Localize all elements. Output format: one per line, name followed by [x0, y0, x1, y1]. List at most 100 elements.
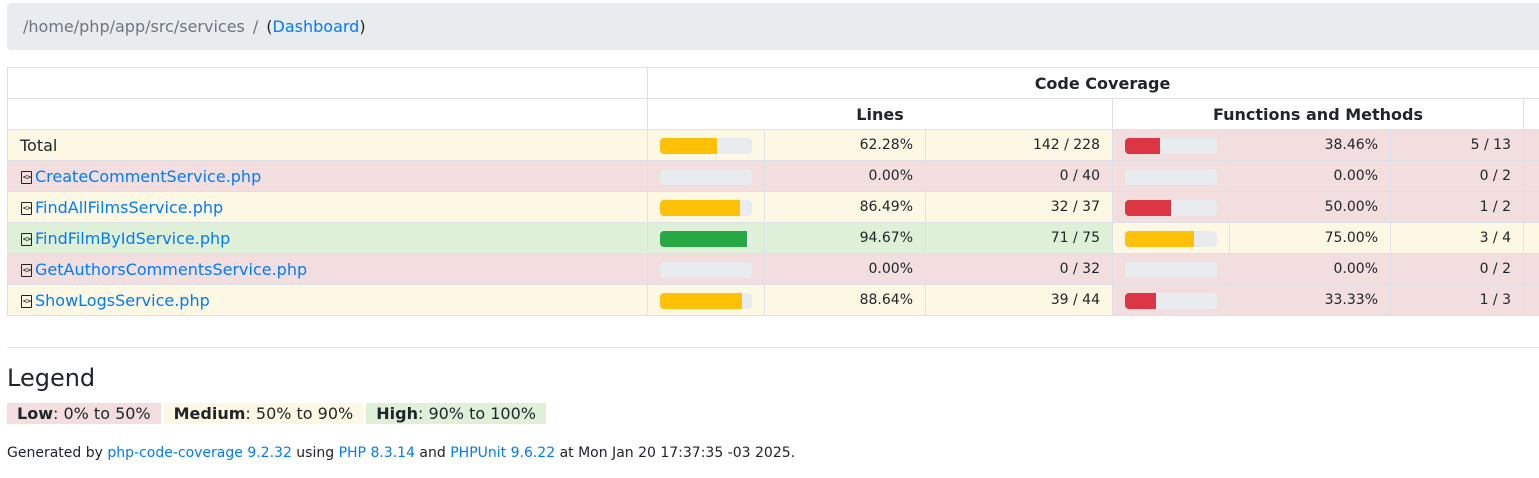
footer-using: using	[291, 445, 339, 461]
lines-bar-cell	[647, 129, 765, 161]
file-name-cell: <> ShowLogsService.php	[7, 284, 648, 316]
breadcrumb-separator: /	[252, 17, 259, 36]
file-link[interactable]: GetAuthorsCommentsService.php	[35, 260, 307, 279]
total-label: Total	[20, 135, 58, 155]
file-code-icon: <>	[21, 263, 32, 277]
functions-bar-cell	[1112, 222, 1230, 254]
file-name-cell: <> FindFilmByIdService.php	[7, 222, 648, 254]
lines-percent: 86.49%	[764, 191, 926, 223]
breadcrumb-path: /home/php/app/src/services	[23, 17, 245, 36]
footer-timestamp: at Mon Jan 20 17:37:35 -03 2025.	[555, 445, 796, 461]
functions-progress-bar	[1125, 261, 1217, 278]
header-lines: Lines	[647, 98, 1113, 130]
functions-bar-cell	[1112, 191, 1230, 223]
legend: Low: 0% to 50% Medium: 50% to 90% High: 90…	[7, 403, 549, 424]
legend-low-range: : 0% to 50%	[52, 404, 151, 423]
divider	[7, 347, 1539, 348]
footer: Generated by php-code-coverage 9.2.32 us…	[7, 445, 795, 461]
table-row: <> GetAuthorsCommentsService.php 0.00% 0 / …	[7, 253, 1539, 285]
file-name-cell: <> GetAuthorsCommentsService.php	[7, 253, 648, 285]
file-name-cell: Total	[7, 129, 648, 161]
header-blank	[7, 67, 648, 99]
file-link[interactable]: CreateCommentService.php	[35, 167, 261, 186]
footer-phpunit-link[interactable]: PHPUnit 9.6.22	[450, 445, 555, 461]
lines-ratio: 0 / 40	[925, 160, 1113, 192]
legend-high-range: : 90% to 100%	[417, 404, 536, 423]
functions-bar-cell	[1112, 284, 1230, 316]
functions-ratio: 0 / 2	[1390, 160, 1524, 192]
file-name-cell: <> FindAllFilmsService.php	[7, 191, 648, 223]
legend-medium-label: Medium	[173, 404, 246, 423]
lines-progress-bar	[660, 199, 752, 216]
functions-percent: 38.46%	[1229, 129, 1391, 161]
legend-low: Low: 0% to 50%	[7, 403, 161, 424]
lines-percent: 0.00%	[764, 160, 926, 192]
lines-progress-fill	[660, 137, 718, 154]
functions-percent: 0.00%	[1229, 253, 1391, 285]
lines-percent: 62.28%	[764, 129, 926, 161]
breadcrumb-paren-close: )	[359, 17, 366, 36]
functions-percent: 50.00%	[1229, 191, 1391, 223]
total-row: Total 62.28% 142 / 228 38.46% 5 / 13	[7, 129, 1539, 161]
footer-tool-link[interactable]: php-code-coverage 9.2.32	[107, 445, 292, 461]
functions-progress-fill	[1125, 137, 1161, 154]
functions-progress-fill	[1125, 230, 1194, 247]
functions-percent: 75.00%	[1229, 222, 1391, 254]
functions-ratio: 3 / 4	[1390, 222, 1524, 254]
lines-progress-fill	[660, 199, 740, 216]
lines-percent: 88.64%	[764, 284, 926, 316]
lines-progress-fill	[660, 292, 742, 309]
legend-title: Legend	[7, 364, 96, 392]
lines-ratio: 32 / 37	[925, 191, 1113, 223]
lines-progress-bar	[660, 168, 752, 185]
lines-ratio: 39 / 44	[925, 284, 1113, 316]
functions-percent: 0.00%	[1229, 160, 1391, 192]
functions-progress-bar	[1125, 230, 1217, 247]
classes-bar-cell-partial	[1522, 191, 1539, 223]
dashboard-link[interactable]: Dashboard	[273, 17, 360, 36]
footer-and: and	[414, 445, 451, 461]
lines-bar-cell	[647, 222, 765, 254]
footer-generated-by: Generated by	[7, 445, 108, 461]
header-code-coverage: Code Coverage	[646, 67, 1539, 99]
functions-bar-cell	[1112, 129, 1230, 161]
lines-percent: 94.67%	[764, 222, 926, 254]
legend-medium: Medium: 50% to 90%	[163, 403, 364, 424]
table-row: <> CreateCommentService.php 0.00% 0 / 40 0.0…	[7, 160, 1539, 192]
functions-bar-cell	[1112, 160, 1230, 192]
lines-bar-cell	[647, 191, 765, 223]
table-row: <> ShowLogsService.php 88.64% 39 / 44 33.33%…	[7, 284, 1539, 316]
file-code-icon: <>	[21, 201, 32, 215]
functions-progress-bar	[1125, 137, 1217, 154]
legend-high-label: High	[376, 404, 418, 423]
lines-ratio: 71 / 75	[925, 222, 1113, 254]
lines-bar-cell	[647, 253, 765, 285]
footer-php-link[interactable]: PHP 8.3.14	[339, 445, 415, 461]
table-row: <> FindFilmByIdService.php 94.67% 71 / 75 75…	[7, 222, 1539, 254]
lines-bar-cell	[647, 160, 765, 192]
file-code-icon: <>	[21, 170, 32, 184]
header-functions-methods: Functions and Methods	[1112, 98, 1524, 130]
lines-bar-cell	[647, 284, 765, 316]
lines-percent: 0.00%	[764, 253, 926, 285]
header-blank-2	[7, 98, 648, 130]
file-code-icon: <>	[21, 294, 32, 308]
legend-low-label: Low	[17, 404, 53, 423]
functions-progress-fill	[1125, 292, 1156, 309]
functions-ratio: 1 / 3	[1390, 284, 1524, 316]
coverage-table: Code Coverage Lines Functions and Method…	[7, 67, 1539, 316]
classes-bar-cell-partial	[1522, 284, 1539, 316]
classes-bar-cell-partial	[1522, 129, 1539, 161]
lines-progress-bar	[660, 261, 752, 278]
file-link[interactable]: ShowLogsService.php	[35, 291, 210, 310]
header-classes-partial	[1522, 98, 1539, 130]
file-link[interactable]: FindFilmByIdService.php	[35, 229, 230, 248]
file-name-cell: <> CreateCommentService.php	[7, 160, 648, 192]
legend-medium-range: : 50% to 90%	[245, 404, 354, 423]
functions-ratio: 1 / 2	[1390, 191, 1524, 223]
coverage-rows: Total 62.28% 142 / 228 38.46% 5 / 13 <> Create…	[7, 129, 1539, 316]
classes-bar-cell-partial	[1522, 160, 1539, 192]
lines-ratio: 0 / 32	[925, 253, 1113, 285]
functions-progress-fill	[1125, 199, 1171, 216]
file-link[interactable]: FindAllFilmsService.php	[35, 198, 223, 217]
